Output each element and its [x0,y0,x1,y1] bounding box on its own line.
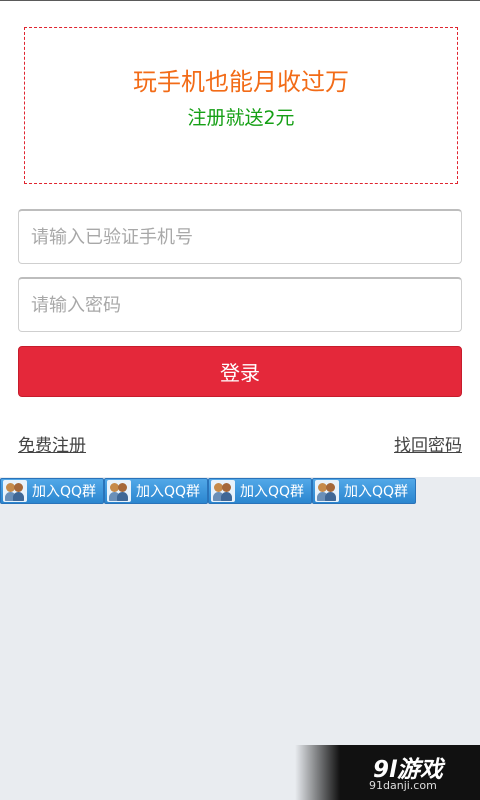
login-panel: 玩手机也能月收过万 注册就送2元 登录 免费注册 找回密码 [0,0,480,477]
promo-title: 玩手机也能月收过万 [133,68,349,96]
qq-group-icon [315,480,339,502]
login-button[interactable]: 登录 [18,346,462,397]
join-qq-group-label: 加入QQ群 [344,484,409,500]
join-qq-group-button[interactable]: 加入QQ群 [208,478,312,504]
join-qq-group-label: 加入QQ群 [32,484,97,500]
qq-group-icon [211,480,235,502]
join-qq-group-button[interactable]: 加入QQ群 [0,478,104,504]
join-qq-group-button[interactable]: 加入QQ群 [312,478,416,504]
promo-banner: 玩手机也能月收过万 注册就送2元 [24,27,458,184]
password-input[interactable] [18,277,462,332]
promo-subtitle: 注册就送2元 [187,107,295,129]
site-watermark: 9l游戏 91danji.com [295,745,480,800]
register-link[interactable]: 免费注册 [18,434,86,458]
qq-group-icon [107,480,131,502]
join-qq-group-label: 加入QQ群 [136,484,201,500]
forgot-password-link[interactable]: 找回密码 [394,434,462,458]
qq-group-row: 加入QQ群 加入QQ群 加入QQ群 加入QQ群 [0,478,416,504]
join-qq-group-label: 加入QQ群 [240,484,305,500]
watermark-url: 91danji.com [369,779,437,792]
qq-group-icon [3,480,27,502]
phone-input[interactable] [18,209,462,264]
join-qq-group-button[interactable]: 加入QQ群 [104,478,208,504]
